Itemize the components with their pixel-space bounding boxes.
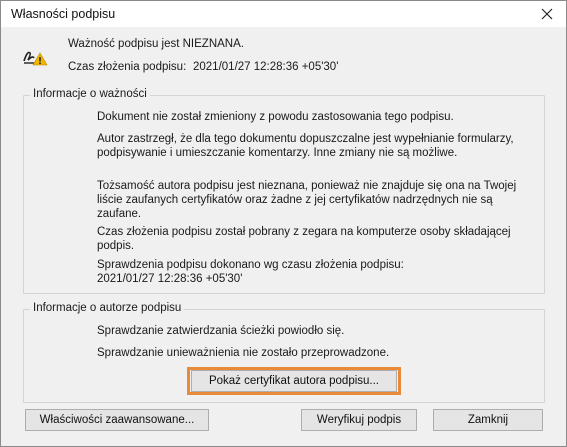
validity-paragraph-permissions: Autor zastrzegł, że dla tego dokumentu d…	[97, 133, 514, 159]
close-button[interactable]: Zamknij	[433, 409, 543, 431]
advanced-properties-button[interactable]: Właściwości zaawansowane...	[25, 409, 209, 431]
signing-time-value: 2021/01/27 12:28:36 +05'30'	[193, 61, 339, 73]
path-validation-status: Sprawdzanie zatwierdzania ścieżki powiod…	[97, 325, 345, 337]
show-certificate-button[interactable]: Pokaż certyfikat autora podpisu...	[191, 370, 397, 392]
title-bar: Własności podpisu	[1, 1, 566, 27]
validity-info-group-label: Informacje o ważności	[30, 88, 150, 100]
revocation-check-status: Sprawdzanie unieważnienia nie zostało pr…	[97, 347, 390, 359]
validity-paragraph-unchanged: Dokument nie został zmieniony z powodu z…	[97, 111, 454, 123]
close-window-button[interactable]	[534, 3, 560, 25]
signing-time-label: Czas złożenia podpisu:	[68, 61, 187, 73]
dialog-title: Własności podpisu	[11, 7, 116, 21]
validity-paragraph-clock: Czas złożenia podpisu został pobrany z z…	[97, 226, 511, 252]
validity-paragraph-verification-time: Sprawdzenia podpisu dokonano wg czasu zł…	[97, 259, 404, 285]
signature-properties-dialog: Własności podpisu Ważność podpisu jest N…	[0, 0, 567, 447]
author-info-group-label: Informacje o autorze podpisu	[30, 302, 185, 314]
verify-signature-button[interactable]: Weryfikuj podpis	[301, 409, 417, 431]
validity-paragraph-identity: Tożsamość autora podpisu jest nieznana, …	[97, 180, 517, 220]
close-icon	[541, 8, 553, 20]
signature-warning-icon	[23, 51, 48, 66]
validity-status-text: Ważność podpisu jest NIEZNANA.	[68, 38, 244, 50]
